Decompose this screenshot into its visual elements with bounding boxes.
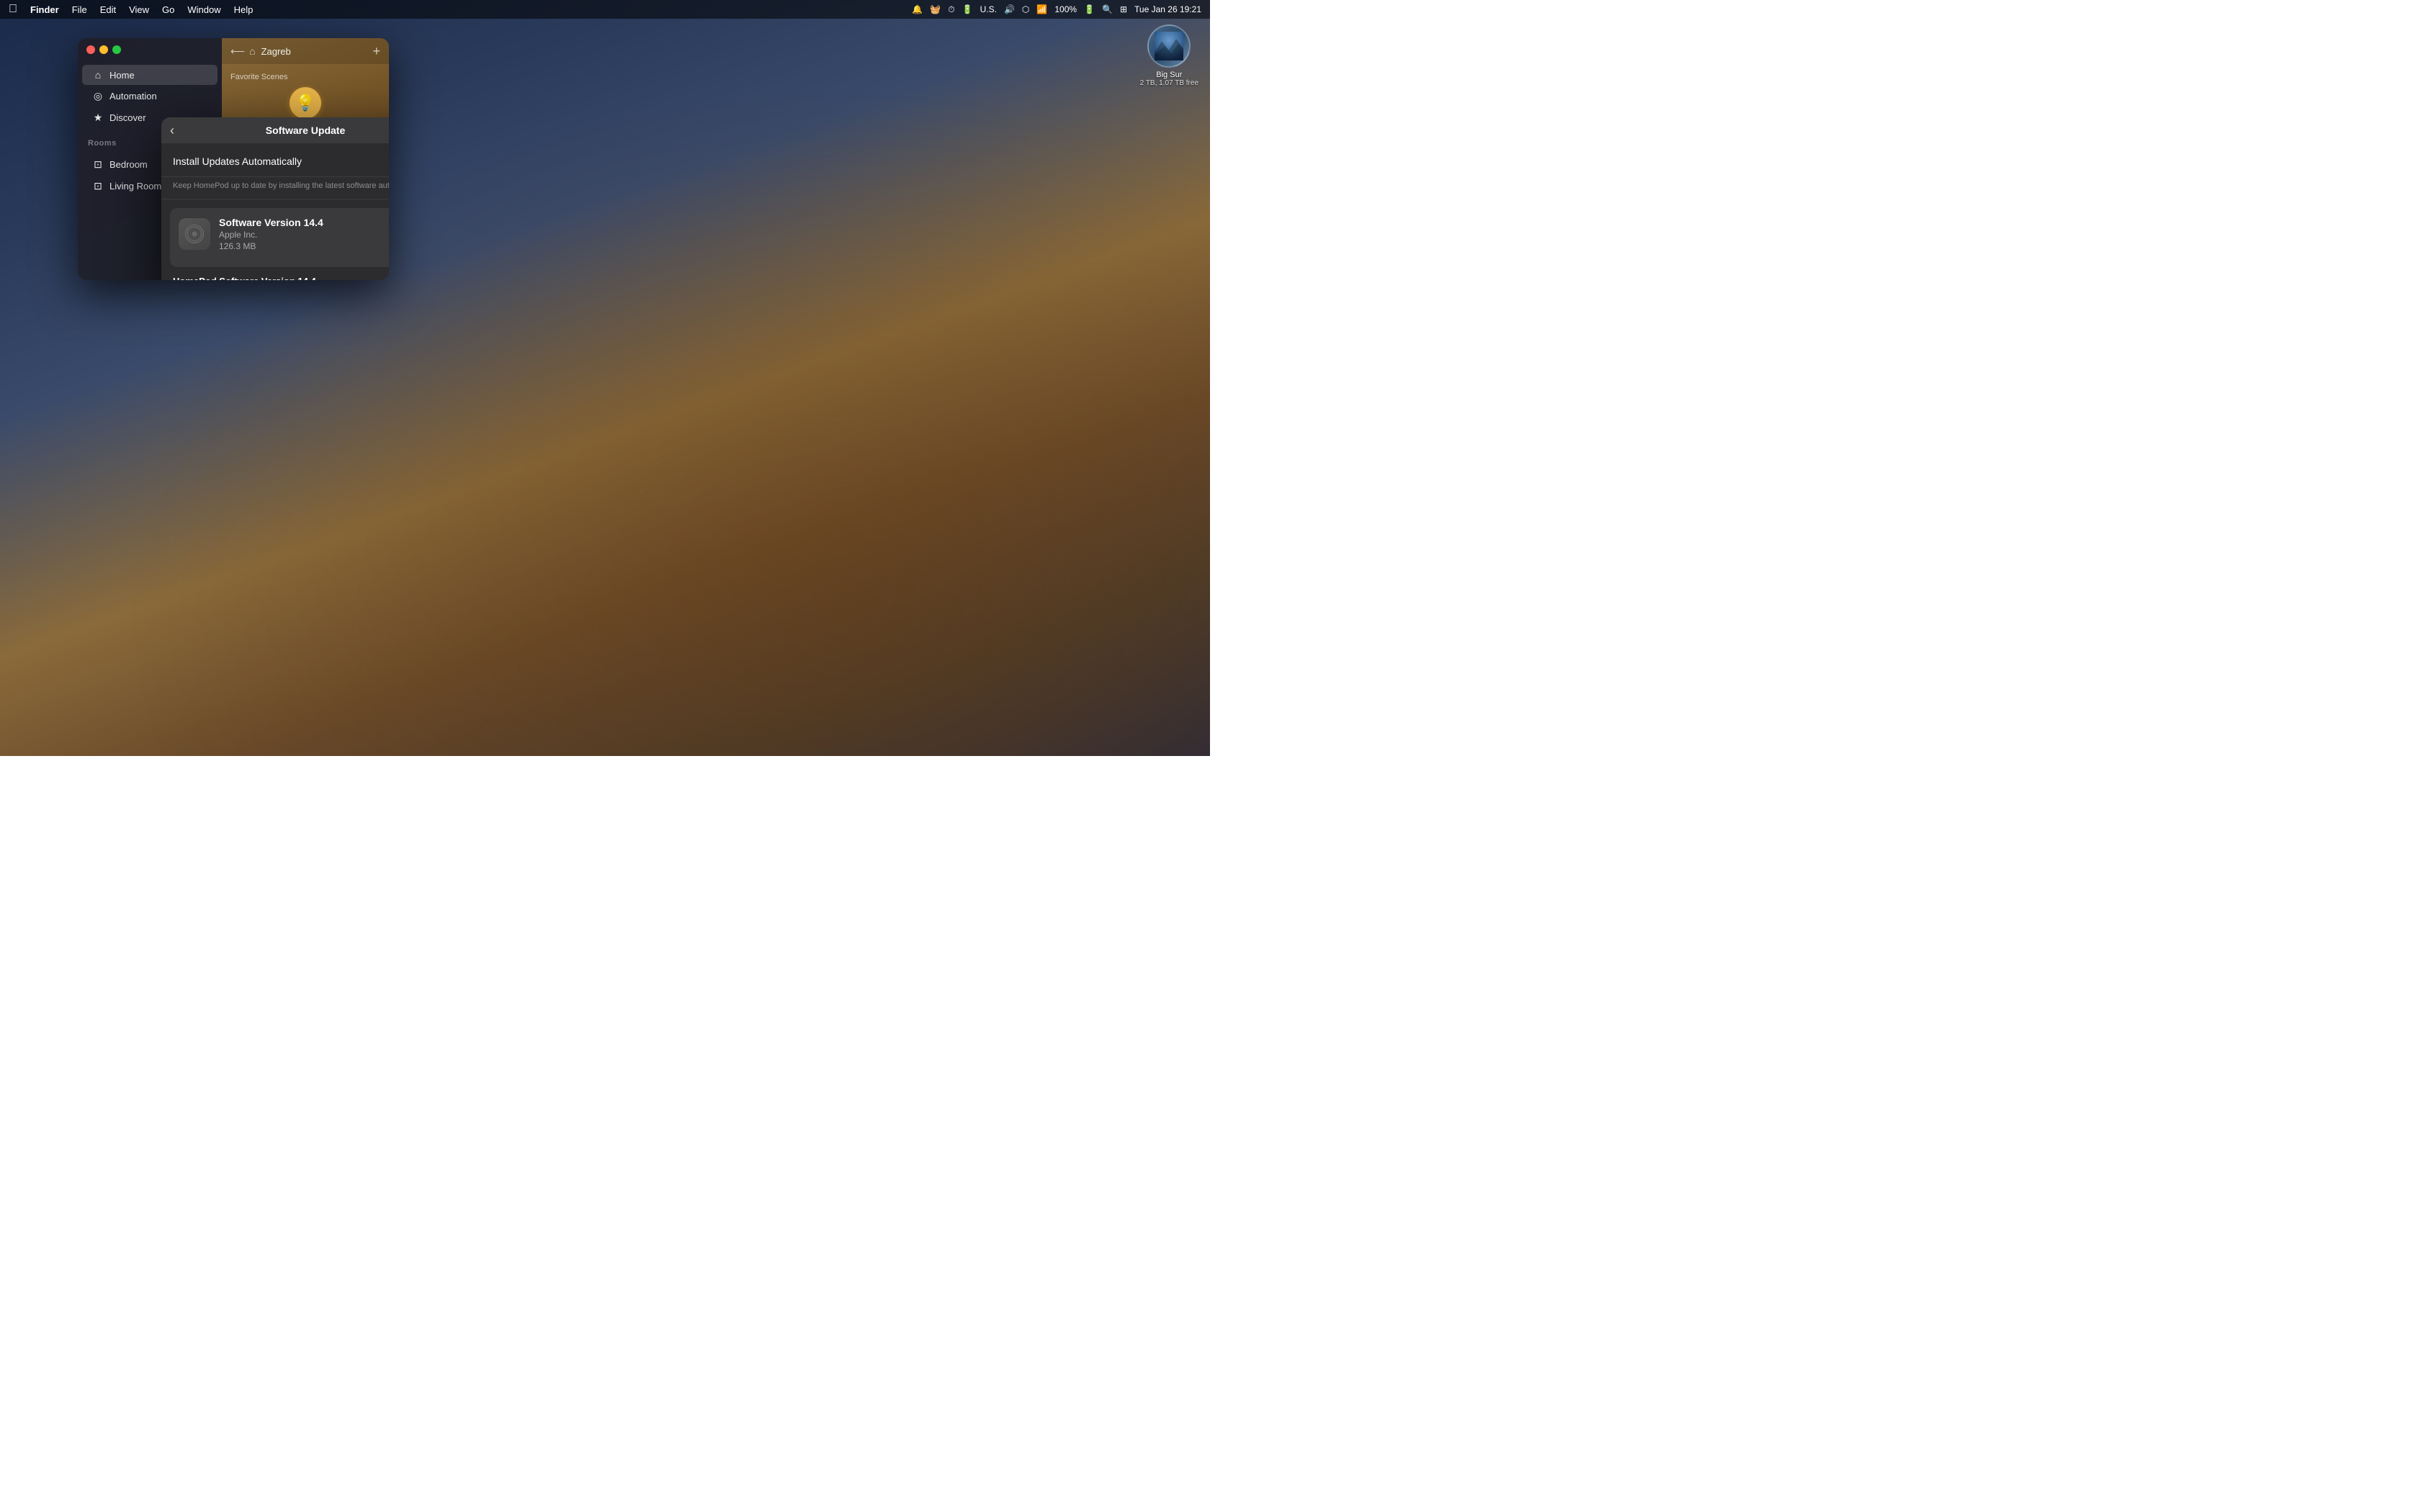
- app-window: ⌂ Home ◎ Automation ★ Discover Rooms ⊡ B…: [78, 38, 389, 280]
- living-room-icon: ⊡: [92, 180, 104, 192]
- wifi-icon[interactable]: 📶: [1036, 4, 1047, 14]
- datetime-display[interactable]: Tue Jan 26 19:21: [1134, 4, 1201, 14]
- menubar:  Finder File Edit View Go Window Help 🔔…: [0, 0, 1210, 19]
- version-card: Software Version 14.4 Apple Inc. 126.3 M…: [170, 208, 389, 267]
- version-company: Apple Inc.: [219, 230, 323, 240]
- dialog-title: Software Update: [170, 125, 389, 136]
- apple-menu[interactable]: : [9, 3, 17, 16]
- bluetooth-icon[interactable]: ⬡: [1022, 4, 1029, 14]
- close-button[interactable]: [86, 45, 95, 54]
- menubar-left:  Finder File Edit View Go Window Help: [9, 3, 253, 16]
- menubar-right: 🔔 🧺 ⏱ 🔋 U.S. 🔊 ⬡ 📶 100% 🔋 🔍 ⊞ Tue Jan 26…: [912, 4, 1201, 15]
- version-card-header: Software Version 14.4 Apple Inc. 126.3 M…: [179, 217, 389, 251]
- dialog-body: Install Updates Automatically Keep HomeP…: [161, 143, 389, 280]
- volume-icon[interactable]: 🔊: [1004, 4, 1015, 14]
- version-size: 126.3 MB: [219, 241, 323, 251]
- home-icon: ⌂: [92, 69, 104, 81]
- menu-go[interactable]: Go: [162, 4, 174, 15]
- dialog-back-button[interactable]: ‹: [170, 123, 174, 138]
- notes-header: HomePod Software Version 14.4: [173, 276, 389, 280]
- battery-widget[interactable]: 🔋: [962, 4, 973, 14]
- dialog-overlay: ‹ Software Update Install Updates Automa…: [222, 38, 389, 280]
- minimize-button[interactable]: [99, 45, 108, 54]
- version-name: Software Version 14.4: [219, 217, 323, 228]
- timer-icon[interactable]: ⏱: [948, 4, 954, 15]
- user-avatar-panel: Big Sur 2 TB, 1.07 TB free: [1140, 24, 1198, 87]
- user-storage: 2 TB, 1.07 TB free: [1140, 79, 1198, 87]
- version-info: Software Version 14.4 Apple Inc. 126.3 M…: [219, 217, 323, 251]
- menu-file[interactable]: File: [72, 4, 87, 15]
- sidebar-item-home[interactable]: ⌂ Home: [82, 65, 218, 85]
- maximize-button[interactable]: [112, 45, 121, 54]
- sidebar-item-automation[interactable]: ◎ Automation: [82, 86, 218, 107]
- sidebar-item-living-room-label: Living Room: [109, 181, 161, 192]
- battery-icon: 🔋: [1084, 4, 1095, 14]
- menu-edit[interactable]: Edit: [100, 4, 116, 15]
- version-icon: [179, 218, 210, 250]
- battery-percent: 100%: [1054, 4, 1077, 14]
- version-notes: HomePod Software Version 14.4 Software v…: [161, 276, 389, 280]
- sidebar-item-automation-label: Automation: [109, 91, 157, 102]
- menu-window[interactable]: Window: [187, 4, 220, 15]
- dialog-titlebar: ‹ Software Update: [161, 117, 389, 143]
- automation-icon: ◎: [92, 90, 104, 102]
- toggle-row: Install Updates Automatically: [161, 143, 389, 177]
- discover-icon: ★: [92, 112, 104, 124]
- app-name-finder[interactable]: Finder: [30, 4, 59, 15]
- toggle-label: Install Updates Automatically: [173, 156, 302, 167]
- desktop:  Finder File Edit View Go Window Help 🔔…: [0, 0, 1210, 756]
- menu-view[interactable]: View: [129, 4, 149, 15]
- notification-icon[interactable]: 🔔: [912, 4, 923, 14]
- toggle-description: Keep HomePod up to date by installing th…: [161, 177, 389, 199]
- sidebar-item-home-label: Home: [109, 70, 135, 81]
- sidebar-item-bedroom-label: Bedroom: [109, 159, 148, 170]
- language-indicator[interactable]: U.S.: [980, 4, 997, 14]
- main-content: ⟵ ⌂ Zagreb + Favorite Scenes 💡 LightOn: [222, 38, 389, 280]
- window-controls: [78, 38, 222, 61]
- sidebar-item-discover-label: Discover: [109, 112, 146, 123]
- basket-icon[interactable]: 🧺: [930, 4, 941, 14]
- user-name: Big Sur: [1156, 71, 1182, 79]
- menu-help[interactable]: Help: [234, 4, 254, 15]
- search-icon[interactable]: 🔍: [1102, 4, 1113, 14]
- user-avatar[interactable]: [1147, 24, 1191, 68]
- software-update-dialog: ‹ Software Update Install Updates Automa…: [161, 117, 389, 280]
- control-center-icon[interactable]: ⊞: [1120, 4, 1127, 14]
- bedroom-icon: ⊡: [92, 158, 104, 171]
